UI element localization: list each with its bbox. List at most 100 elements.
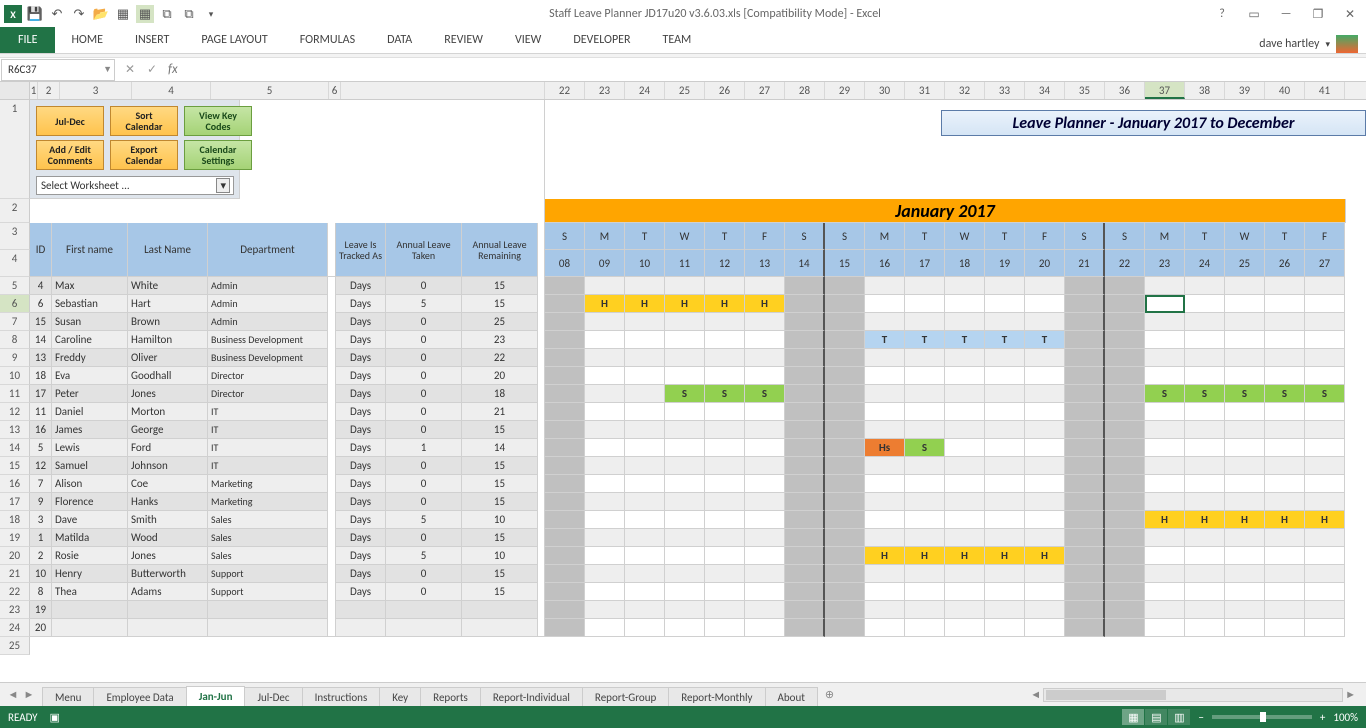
calendar-cell[interactable]: [545, 385, 585, 403]
calendar-cell[interactable]: [985, 421, 1025, 439]
cell-id[interactable]: 16: [30, 421, 52, 439]
calendar-cell[interactable]: [985, 367, 1025, 385]
calendar-cell[interactable]: T: [985, 331, 1025, 349]
calendar-cell[interactable]: [825, 565, 865, 583]
calendar-cell[interactable]: [1305, 403, 1345, 421]
qat-icon-3[interactable]: ⧉: [158, 5, 176, 23]
calendar-cell[interactable]: [1225, 565, 1265, 583]
calendar-cell[interactable]: [1145, 439, 1185, 457]
cell-last[interactable]: Hanks: [128, 493, 208, 511]
cell-tracked[interactable]: Days: [336, 529, 386, 547]
cell-last[interactable]: Ford: [128, 439, 208, 457]
calendar-cell[interactable]: [1145, 565, 1185, 583]
cell-first[interactable]: Samuel: [52, 457, 128, 475]
calendar-cell[interactable]: [945, 367, 985, 385]
calendar-cell[interactable]: [785, 475, 825, 493]
cell-remain[interactable]: 20: [462, 367, 538, 385]
calendar-cell[interactable]: [665, 511, 705, 529]
col-header[interactable]: 35: [1065, 82, 1105, 99]
calendar-cell[interactable]: [585, 421, 625, 439]
calendar-cell[interactable]: [585, 619, 625, 637]
calendar-cell[interactable]: H: [865, 547, 905, 565]
calendar-cell[interactable]: [585, 493, 625, 511]
cell-id[interactable]: 17: [30, 385, 52, 403]
calendar-cell[interactable]: [545, 475, 585, 493]
calendar-cell[interactable]: [705, 475, 745, 493]
col-header[interactable]: 33: [985, 82, 1025, 99]
cell-remain[interactable]: 15: [462, 583, 538, 601]
calendar-cell[interactable]: [1065, 529, 1105, 547]
cell-first[interactable]: Susan: [52, 313, 128, 331]
cell-first[interactable]: Alison: [52, 475, 128, 493]
cell-dept[interactable]: Marketing: [208, 493, 328, 511]
calendar-cell[interactable]: [825, 619, 865, 637]
calendar-cell[interactable]: [705, 493, 745, 511]
calendar-cell[interactable]: S: [665, 385, 705, 403]
cell-first[interactable]: Peter: [52, 385, 128, 403]
redo-icon[interactable]: ↷: [70, 5, 88, 23]
calendar-cell[interactable]: [625, 457, 665, 475]
calendar-cell[interactable]: [585, 367, 625, 385]
calendar-cell[interactable]: [945, 619, 985, 637]
calendar-cell[interactable]: [985, 511, 1025, 529]
calendar-cell[interactable]: [785, 601, 825, 619]
calendar-cell[interactable]: [1105, 619, 1145, 637]
calendar-cell[interactable]: [665, 331, 705, 349]
calendar-cell[interactable]: [745, 367, 785, 385]
cell-taken[interactable]: 0: [386, 403, 462, 421]
calendar-cell[interactable]: [1185, 583, 1225, 601]
cell-last[interactable]: Butterworth: [128, 565, 208, 583]
calendar-cell[interactable]: H: [905, 547, 945, 565]
select-all-corner[interactable]: [0, 82, 30, 99]
calendar-cell[interactable]: [1025, 313, 1065, 331]
calendar-cell[interactable]: [1265, 493, 1305, 511]
calendar-cell[interactable]: [1025, 349, 1065, 367]
calendar-cell[interactable]: [865, 313, 905, 331]
calendar-cell[interactable]: [1105, 439, 1145, 457]
row-header[interactable]: 12: [0, 403, 30, 421]
cell-id[interactable]: 6: [30, 295, 52, 313]
calendar-cell[interactable]: [625, 601, 665, 619]
cell-tracked[interactable]: Days: [336, 313, 386, 331]
cell-tracked[interactable]: Days: [336, 349, 386, 367]
cell-last[interactable]: [128, 601, 208, 619]
calendar-cell[interactable]: [985, 565, 1025, 583]
calendar-cell[interactable]: [665, 457, 705, 475]
calendar-cell[interactable]: S: [1145, 385, 1185, 403]
calendar-cell[interactable]: [545, 565, 585, 583]
normal-view-icon[interactable]: ▦: [1122, 709, 1144, 725]
cell-id[interactable]: 11: [30, 403, 52, 421]
cell-remain[interactable]: 15: [462, 529, 538, 547]
calendar-cell[interactable]: [1025, 457, 1065, 475]
calendar-cell[interactable]: [585, 565, 625, 583]
calendar-cell[interactable]: [1025, 367, 1065, 385]
calendar-cell[interactable]: [705, 565, 745, 583]
calendar-cell[interactable]: [1185, 619, 1225, 637]
cell-first[interactable]: Sebastian: [52, 295, 128, 313]
cell-last[interactable]: Brown: [128, 313, 208, 331]
calendar-cell[interactable]: S: [905, 439, 945, 457]
calendar-cell[interactable]: [1305, 277, 1345, 295]
calendar-cell[interactable]: [1305, 547, 1345, 565]
calendar-cell[interactable]: [625, 403, 665, 421]
calendar-cell[interactable]: [945, 493, 985, 511]
calendar-cell[interactable]: [665, 547, 705, 565]
calendar-cell[interactable]: [1145, 457, 1185, 475]
row-header[interactable]: 19: [0, 529, 30, 547]
col-header[interactable]: 5: [211, 82, 329, 99]
cell-remain[interactable]: [462, 619, 538, 637]
calendar-cell[interactable]: [585, 529, 625, 547]
row-header[interactable]: 15: [0, 457, 30, 475]
ribbon-tab-data[interactable]: DATA: [371, 27, 428, 53]
cell-remain[interactable]: 15: [462, 457, 538, 475]
calendar-cell[interactable]: H: [1265, 511, 1305, 529]
calendar-cell[interactable]: [665, 565, 705, 583]
calendar-cell[interactable]: [745, 421, 785, 439]
calendar-cell[interactable]: [1145, 349, 1185, 367]
calendar-cell[interactable]: [1105, 313, 1145, 331]
calendar-cell[interactable]: [1225, 619, 1265, 637]
select-worksheet-dropdown[interactable]: Select Worksheet ...▾: [36, 176, 234, 195]
cell-first[interactable]: Daniel: [52, 403, 128, 421]
calendar-cell[interactable]: [825, 403, 865, 421]
calendar-cell[interactable]: [1025, 475, 1065, 493]
